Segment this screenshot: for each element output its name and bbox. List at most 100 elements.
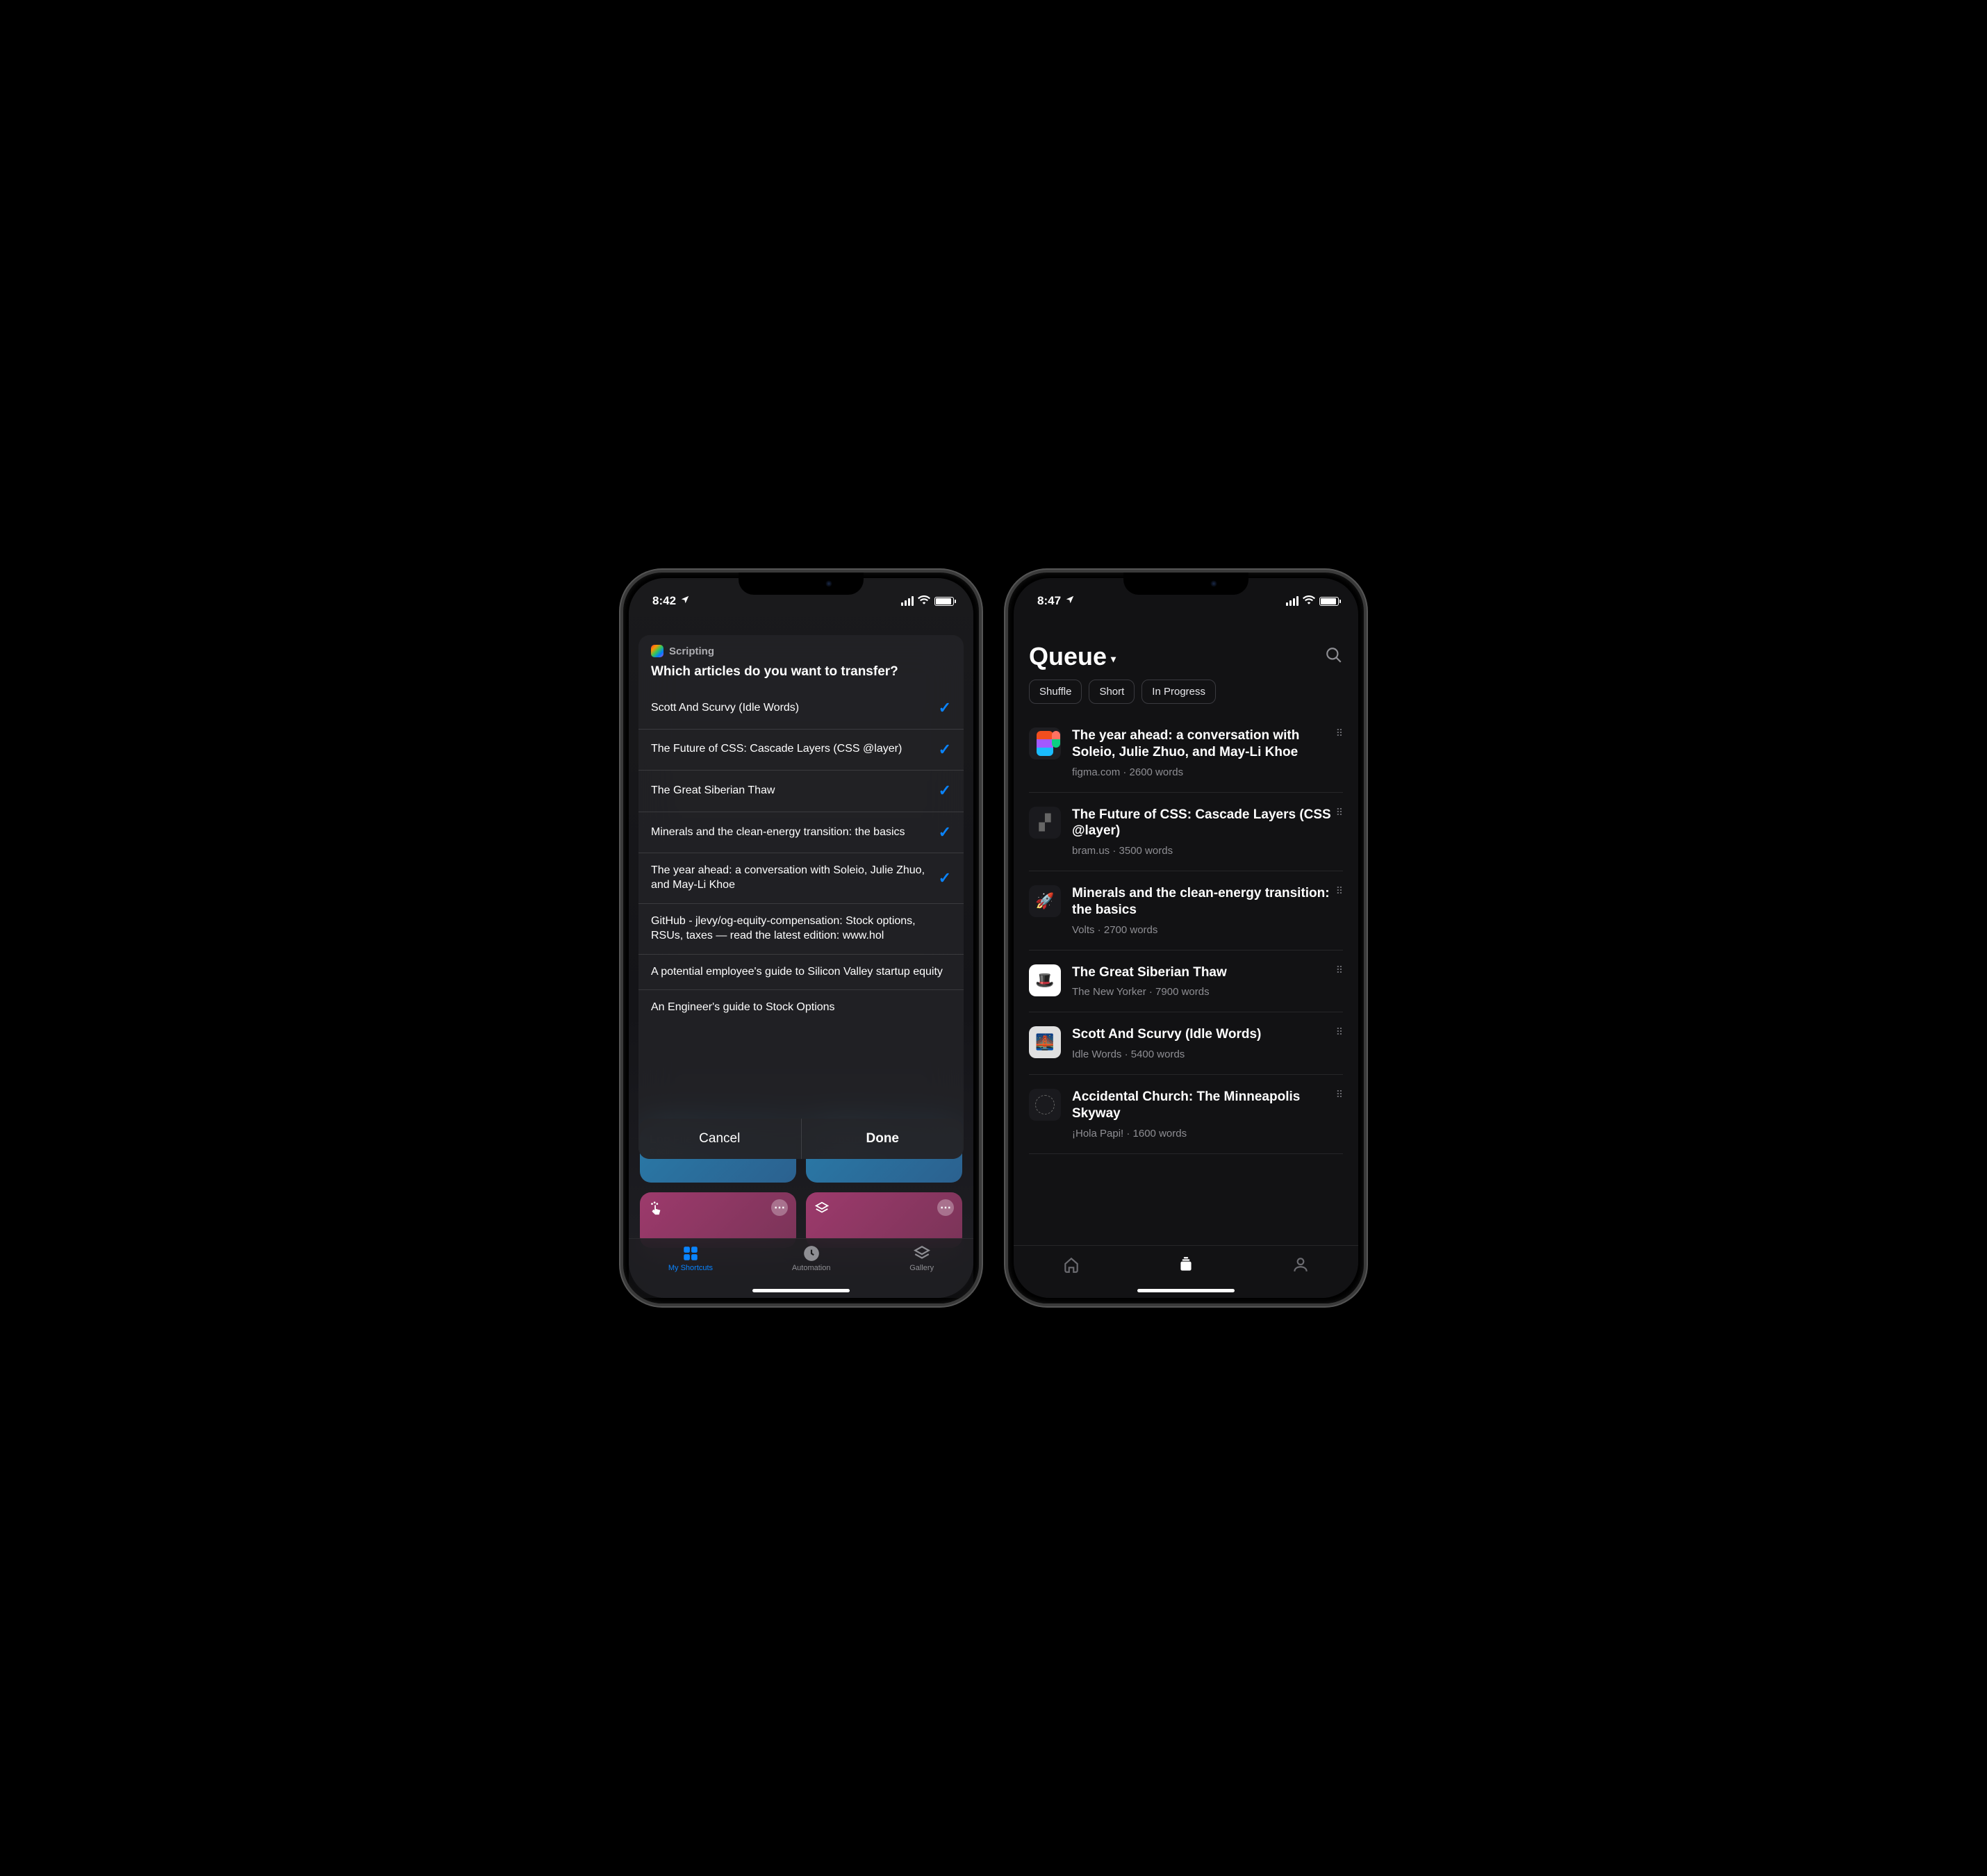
dialog-list-item[interactable]: The Great Siberian Thaw✓ bbox=[638, 770, 964, 812]
queue-item-thumb: ▞ bbox=[1029, 807, 1061, 839]
drag-handle-icon[interactable]: ⠿ bbox=[1336, 1026, 1343, 1038]
queue-item[interactable]: ▞ The Future of CSS: Cascade Layers (CSS … bbox=[1029, 793, 1343, 872]
queue-item[interactable]: 🌉 Scott And Scurvy (Idle Words) Idle Words… bbox=[1029, 1012, 1343, 1075]
person-icon bbox=[1292, 1256, 1310, 1274]
drag-handle-icon[interactable]: ⠿ bbox=[1336, 1089, 1343, 1101]
filter-chip[interactable]: In Progress bbox=[1141, 680, 1216, 704]
dialog-list[interactable]: Scott And Scurvy (Idle Words)✓The Future… bbox=[638, 688, 964, 1159]
nav-queue[interactable] bbox=[1177, 1256, 1195, 1277]
done-button[interactable]: Done bbox=[802, 1119, 964, 1159]
dialog-title: Which articles do you want to transfer? bbox=[651, 664, 951, 680]
dialog-list-item[interactable]: The year ahead: a conversation with Sole… bbox=[638, 853, 964, 903]
list-item-label: An Engineer's guide to Stock Options bbox=[651, 1001, 951, 1015]
battery-icon bbox=[1319, 597, 1339, 606]
list-item-label: Minerals and the clean-energy transition… bbox=[651, 825, 933, 840]
chevron-down-icon: ▾ bbox=[1111, 653, 1116, 665]
queue-item-title: Minerals and the clean-energy transition… bbox=[1072, 885, 1343, 919]
filter-chip[interactable]: Shuffle bbox=[1029, 680, 1082, 704]
queue-item-thumb: 🎩 bbox=[1029, 964, 1061, 996]
queue-item[interactable]: Accidental Church: The Minneapolis Skywa… bbox=[1029, 1075, 1343, 1154]
drag-handle-icon[interactable]: ⠿ bbox=[1336, 964, 1343, 976]
search-button[interactable] bbox=[1325, 646, 1343, 668]
location-icon bbox=[680, 594, 690, 608]
more-icon[interactable]: ⋯ bbox=[771, 1199, 788, 1216]
queue-item-meta: bram.us · 3500 words bbox=[1072, 845, 1343, 857]
dialog-list-item[interactable]: An Engineer's guide to Stock Options bbox=[638, 989, 964, 1026]
list-item-label: The Great Siberian Thaw bbox=[651, 784, 933, 798]
nav-profile[interactable] bbox=[1292, 1256, 1310, 1277]
check-icon: ✓ bbox=[933, 781, 951, 801]
wifi-icon bbox=[918, 594, 930, 608]
gallery-icon bbox=[913, 1244, 931, 1262]
dialog-list-item[interactable]: Minerals and the clean-energy transition… bbox=[638, 812, 964, 853]
list-item-label: The year ahead: a conversation with Sole… bbox=[651, 864, 933, 893]
check-icon: ✓ bbox=[933, 869, 951, 889]
tap-icon bbox=[648, 1201, 663, 1220]
home-icon bbox=[1062, 1256, 1080, 1274]
queue-item-title: Scott And Scurvy (Idle Words) bbox=[1072, 1026, 1343, 1043]
nav-home[interactable] bbox=[1062, 1256, 1080, 1277]
home-indicator[interactable] bbox=[1137, 1289, 1235, 1292]
dialog-list-item[interactable]: A potential employee's guide to Silicon … bbox=[638, 954, 964, 990]
dialog-list-item[interactable]: Scott And Scurvy (Idle Words)✓ bbox=[638, 688, 964, 729]
check-icon: ✓ bbox=[933, 698, 951, 718]
cellular-icon bbox=[901, 596, 914, 606]
tab-automation[interactable]: Automation bbox=[792, 1244, 831, 1272]
queue-item-meta: figma.com · 2600 words bbox=[1072, 766, 1343, 778]
queue-item-meta: Volts · 2700 words bbox=[1072, 924, 1343, 936]
queue-item-title: The Great Siberian Thaw bbox=[1072, 964, 1343, 981]
tab-label: Gallery bbox=[909, 1264, 934, 1272]
notch bbox=[739, 573, 864, 595]
drag-handle-icon[interactable]: ⠿ bbox=[1336, 807, 1343, 818]
status-time: 8:42 bbox=[652, 594, 676, 608]
queue-item-meta: The New Yorker · 7900 words bbox=[1072, 986, 1343, 998]
list-item-label: A potential employee's guide to Silicon … bbox=[651, 965, 951, 980]
check-icon: ✓ bbox=[933, 740, 951, 760]
drag-handle-icon[interactable]: ⠿ bbox=[1336, 885, 1343, 897]
queue-item-thumb bbox=[1029, 1089, 1061, 1121]
queue-item-thumb bbox=[1029, 727, 1061, 759]
cellular-icon bbox=[1286, 596, 1298, 606]
article-queue-list[interactable]: The year ahead: a conversation with Sole… bbox=[1014, 714, 1358, 1154]
filter-chips: Shuffle ShortIn Progress bbox=[1014, 680, 1358, 714]
queue-item-meta: ¡Hola Papi! · 1600 words bbox=[1072, 1128, 1343, 1139]
tab-label: Automation bbox=[792, 1264, 831, 1272]
queue-item-thumb: 🌉 bbox=[1029, 1026, 1061, 1058]
queue-item[interactable]: 🎩 The Great Siberian Thaw The New Yorker ·… bbox=[1029, 951, 1343, 1013]
stack-icon bbox=[1177, 1256, 1195, 1274]
clock-icon bbox=[802, 1244, 821, 1262]
battery-icon bbox=[934, 597, 954, 606]
phone-left: 8:42 Log File 6 actions to Obsidian bbox=[620, 570, 982, 1306]
drag-handle-icon[interactable]: ⠿ bbox=[1336, 727, 1343, 739]
list-item-label: Scott And Scurvy (Idle Words) bbox=[651, 701, 933, 716]
dialog-list-item[interactable]: GitHub - jlevy/og-equity-compensation: S… bbox=[638, 903, 964, 954]
tab-my-shortcuts[interactable]: My Shortcuts bbox=[668, 1244, 713, 1272]
shortcuts-app-icon bbox=[651, 645, 663, 657]
notch bbox=[1123, 573, 1248, 595]
queue-item-thumb: 🚀 bbox=[1029, 885, 1061, 917]
list-item-label: The Future of CSS: Cascade Layers (CSS @… bbox=[651, 742, 933, 757]
home-indicator[interactable] bbox=[752, 1289, 850, 1292]
dialog-list-item[interactable]: The Future of CSS: Cascade Layers (CSS @… bbox=[638, 729, 964, 771]
tab-gallery[interactable]: Gallery bbox=[909, 1244, 934, 1272]
more-icon[interactable]: ⋯ bbox=[937, 1199, 954, 1216]
phone-right: 8:47 Queue ▾ ShuffleShortIn P bbox=[1005, 570, 1367, 1306]
queue-item[interactable]: The year ahead: a conversation with Sole… bbox=[1029, 714, 1343, 793]
filter-chip[interactable]: Short bbox=[1089, 680, 1135, 704]
queue-title: Queue bbox=[1029, 642, 1107, 671]
search-icon bbox=[1325, 646, 1343, 664]
cancel-button[interactable]: Cancel bbox=[638, 1119, 802, 1159]
queue-dropdown[interactable]: Queue ▾ bbox=[1029, 642, 1116, 671]
queue-item-title: The year ahead: a conversation with Sole… bbox=[1072, 727, 1343, 761]
queue-item[interactable]: 🚀 Minerals and the clean-energy transitio… bbox=[1029, 871, 1343, 951]
queue-item-title: Accidental Church: The Minneapolis Skywa… bbox=[1072, 1089, 1343, 1122]
tab-label: My Shortcuts bbox=[668, 1264, 713, 1272]
dialog-app-text: Scripting bbox=[669, 645, 714, 657]
layers-icon bbox=[814, 1201, 830, 1220]
dialog-app-label: Scripting bbox=[651, 645, 951, 657]
wifi-icon bbox=[1303, 594, 1315, 608]
location-icon bbox=[1065, 594, 1075, 608]
queue-item-meta: Idle Words · 5400 words bbox=[1072, 1048, 1343, 1060]
queue-item-title: The Future of CSS: Cascade Layers (CSS @… bbox=[1072, 807, 1343, 840]
check-icon: ✓ bbox=[933, 823, 951, 843]
